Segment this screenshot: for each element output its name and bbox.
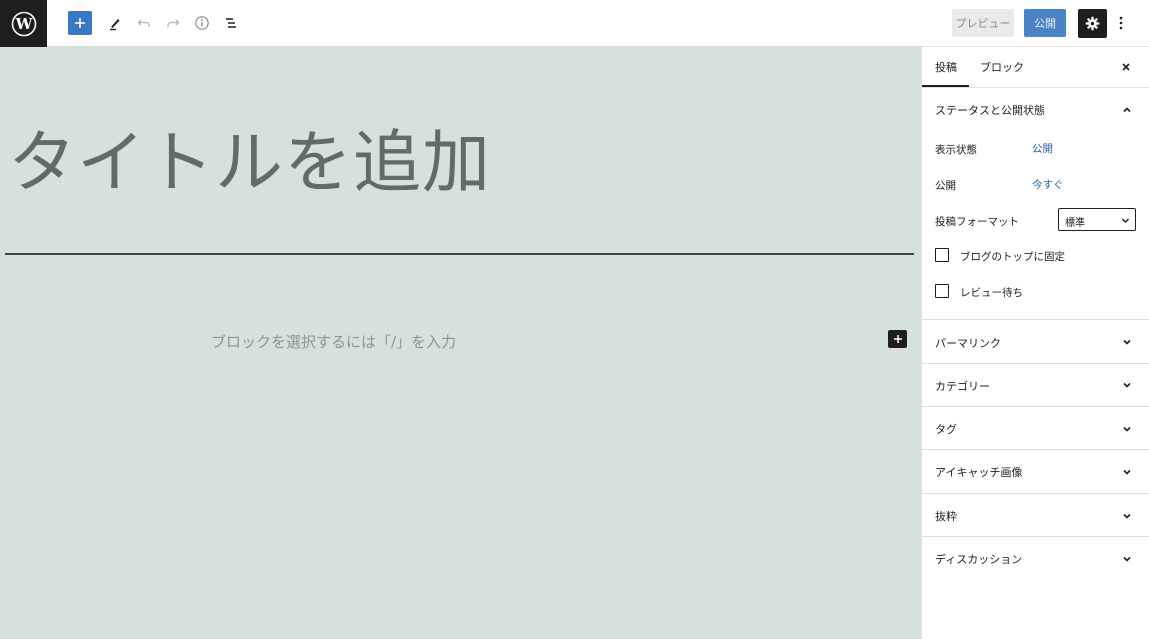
post-format-value: 標準: [1065, 218, 1085, 229]
list-view-icon: [226, 18, 236, 28]
chevron-down-icon[interactable]: [1121, 336, 1133, 348]
undo-icon: [137, 19, 150, 27]
chevron-down-icon[interactable]: [1121, 553, 1133, 565]
panel-divider: [922, 319, 1149, 320]
pencil-icon: [110, 19, 120, 31]
post-format-select[interactable]: 標準: [1058, 208, 1136, 231]
tab-block[interactable]: ブロック: [980, 59, 1024, 75]
publish-label: 公開: [935, 180, 956, 192]
chevron-up-icon[interactable]: [1121, 104, 1133, 116]
excerpt-panel-title[interactable]: 抜粋: [935, 508, 957, 524]
editor-canvas: タイトルを追加 ブロックを選択するには「/」を入力: [0, 47, 921, 639]
tab-post[interactable]: 投稿: [935, 59, 957, 75]
title-divider: [5, 253, 914, 255]
panel-divider: [922, 449, 1149, 450]
close-icon[interactable]: [1119, 60, 1133, 74]
vertical-ellipsis-icon: [1119, 16, 1123, 30]
chevron-down-icon[interactable]: [1121, 423, 1133, 435]
permalink-panel-title[interactable]: パーマリンク: [935, 335, 1001, 351]
tabs-divider: [922, 87, 1149, 88]
tags-panel-title[interactable]: タグ: [935, 421, 957, 437]
pending-review-checkbox[interactable]: [935, 284, 949, 298]
block-placeholder[interactable]: ブロックを選択するには「/」を入力: [211, 331, 456, 352]
visibility-toggle[interactable]: 公開: [1032, 141, 1053, 156]
sticky-label: ブログのトップに固定: [960, 251, 1065, 263]
chevron-down-icon[interactable]: [1121, 510, 1133, 522]
tools-button[interactable]: [105, 11, 125, 35]
redo-button[interactable]: [163, 11, 183, 35]
plus-icon: [893, 335, 902, 343]
featured-image-panel-title[interactable]: アイキャッチ画像: [935, 464, 1022, 480]
settings-button[interactable]: [1078, 9, 1107, 38]
visibility-label: 表示状態: [935, 144, 977, 156]
publish-button[interactable]: 公開: [1024, 9, 1066, 37]
svg-text:W: W: [14, 15, 33, 33]
undo-button[interactable]: [134, 11, 154, 35]
plus-icon: [75, 18, 85, 28]
redo-icon: [167, 19, 180, 27]
chevron-down-icon[interactable]: [1121, 379, 1133, 391]
details-button[interactable]: [192, 11, 212, 35]
gear-icon: [1085, 16, 1100, 31]
sticky-checkbox[interactable]: [935, 248, 949, 262]
settings-sidebar: 投稿 ブロック ステータスと公開状態 表示状態 公開 公開 今すぐ 投稿フォーマ…: [921, 47, 1149, 639]
publish-date-toggle[interactable]: 今すぐ: [1032, 177, 1064, 192]
discussion-panel-title[interactable]: ディスカッション: [935, 551, 1022, 567]
panel-divider: [922, 536, 1149, 537]
wordpress-logo-icon[interactable]: W: [0, 0, 47, 47]
post-title-input[interactable]: タイトルを追加: [8, 107, 491, 206]
inline-add-block-button[interactable]: [888, 330, 907, 348]
panel-divider: [922, 406, 1149, 407]
more-options-button[interactable]: [1112, 11, 1130, 35]
post-format-label: 投稿フォーマット: [935, 216, 1019, 228]
panel-divider: [922, 363, 1149, 364]
status-panel-title[interactable]: ステータスと公開状態: [935, 102, 1045, 118]
preview-button[interactable]: プレビュー: [952, 9, 1014, 37]
add-block-button[interactable]: [68, 11, 92, 35]
chevron-down-icon: [1122, 218, 1129, 223]
editor-toolbar: W プレビュー 公開: [0, 0, 1149, 47]
outline-button[interactable]: [221, 11, 241, 35]
panel-divider: [922, 493, 1149, 494]
info-icon: [195, 16, 209, 30]
categories-panel-title[interactable]: カテゴリー: [935, 378, 990, 394]
chevron-down-icon[interactable]: [1121, 466, 1133, 478]
pending-review-label: レビュー待ち: [960, 287, 1023, 299]
